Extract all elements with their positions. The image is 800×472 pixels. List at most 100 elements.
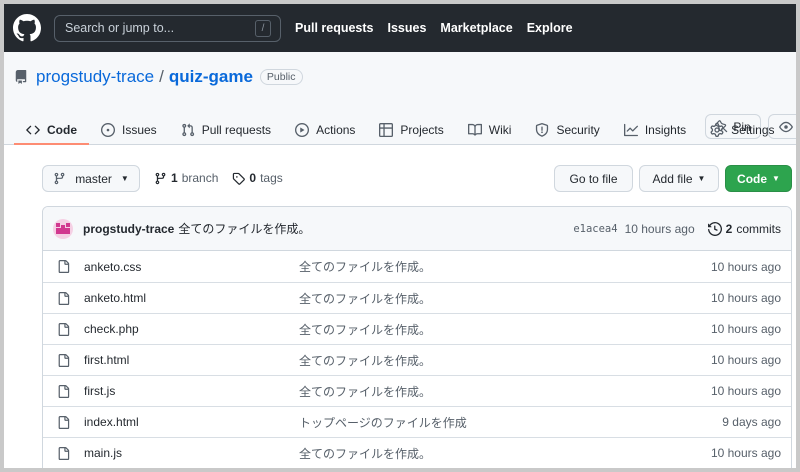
file-name-link[interactable]: index.html [84,415,139,429]
go-to-file-button[interactable]: Go to file [554,165,633,192]
tab-actions[interactable]: Actions [283,115,367,144]
tab-projects-label: Projects [400,122,444,137]
tags-link[interactable]: 0 tags [232,171,283,185]
nav-issues[interactable]: Issues [388,21,427,35]
visibility-badge: Public [259,69,303,85]
tab-issues-label: Issues [122,122,157,137]
file-commit-age: 10 hours ago [710,291,781,305]
shield-icon [535,122,549,137]
repo-path-separator: / [159,67,164,86]
tab-actions-label: Actions [316,122,356,137]
browser-viewport: Search or jump to... / Pull requests Iss… [4,4,796,468]
file-commit-message-link[interactable]: 全てのファイルを作成。 [299,258,431,275]
commit-count: 2 [725,222,733,236]
play-icon [295,122,310,137]
tag-icon [232,172,246,185]
file-name-link[interactable]: anketo.html [84,291,146,305]
file-icon [57,415,70,430]
tag-word: tags [260,171,283,185]
commit-sha-link[interactable]: e1acea4 [573,223,617,235]
tab-code[interactable]: Code [14,115,89,145]
tab-pull-requests-label: Pull requests [201,122,272,137]
repo-tabs: Code Issues Pull requests Actions Projec… [14,115,787,145]
history-icon [707,222,722,236]
table-row[interactable]: check.php 全てのファイルを作成。 10 hours ago [43,313,791,344]
global-header: Search or jump to... / Pull requests Iss… [4,4,796,52]
file-commit-message-link[interactable]: 全てのファイルを作成。 [299,383,431,400]
tab-insights-label: Insights [644,122,687,137]
pull-request-icon [181,123,195,137]
file-commit-message-link[interactable]: 全てのファイルを作成。 [299,445,431,462]
tab-code-label: Code [47,122,77,137]
file-name-link[interactable]: check.php [84,322,139,336]
tab-pull-requests[interactable]: Pull requests [169,115,283,144]
github-logo-icon[interactable] [12,13,42,43]
tab-settings-label: Settings [731,122,775,137]
table-icon [379,122,394,137]
git-branch-icon [154,172,167,185]
table-row[interactable]: main.js 全てのファイルを作成。 10 hours ago [43,437,791,468]
file-name-link[interactable]: first.js [84,384,115,398]
branches-link[interactable]: 1 branch [154,171,218,185]
graph-icon [623,123,638,137]
issue-icon [101,122,115,137]
tab-insights[interactable]: Insights [612,115,698,144]
file-table: progstudy-trace 全てのファイルを作成。 e1acea4 10 h… [42,206,792,468]
chevron-down-icon: ▼ [772,174,780,183]
tab-issues[interactable]: Issues [89,115,169,144]
add-file-label: Add file [652,171,693,186]
commit-meta: e1acea4 10 hours ago 2 commits [573,207,781,251]
tab-security[interactable]: Security [523,115,611,144]
latest-commit-bar: progstudy-trace 全てのファイルを作成。 e1acea4 10 h… [43,207,791,251]
code-button[interactable]: Code ▼ [725,165,792,192]
repo-icon [14,70,28,84]
file-name-link[interactable]: anketo.css [84,260,141,274]
add-file-button[interactable]: Add file ▼ [639,165,719,192]
branch-tag-info: 1 branch 0 tags [154,171,283,185]
global-nav: Pull requests Issues Marketplace Explore [295,21,573,35]
repo-name-link[interactable]: quiz-game [169,67,253,87]
branch-count: 1 [171,171,178,185]
file-icon [57,353,70,368]
repo-owner-link[interactable]: progstudy-trace [36,67,154,87]
search-input[interactable]: Search or jump to... / [54,14,281,42]
file-name-link[interactable]: main.js [84,446,122,460]
tag-count: 0 [249,171,257,185]
commit-message-link[interactable]: 全てのファイルを作成。 [178,220,310,237]
file-commit-age: 10 hours ago [710,446,781,460]
tab-settings[interactable]: Settings [698,115,786,144]
table-row[interactable]: first.js 全てのファイルを作成。 10 hours ago [43,375,791,406]
search-placeholder: Search or jump to... [65,21,175,35]
commit-author-link[interactable]: progstudy-trace [83,222,174,236]
tab-projects[interactable]: Projects [367,115,455,144]
file-commit-message-link[interactable]: 全てのファイルを作成。 [299,290,431,307]
file-commit-message-link[interactable]: 全てのファイルを作成。 [299,321,431,338]
commit-time: 10 hours ago [624,222,695,236]
commits-link[interactable]: 2 commits [707,222,781,236]
table-row[interactable]: anketo.html 全てのファイルを作成。 10 hours ago [43,282,791,313]
file-commit-message-link[interactable]: 全てのファイルを作成。 [299,352,431,369]
file-commit-message-link[interactable]: トップページのファイルを作成 [299,414,467,431]
book-icon [467,123,482,137]
table-row[interactable]: index.html トップページのファイルを作成 9 days ago [43,406,791,437]
nav-pull-requests[interactable]: Pull requests [295,21,374,35]
file-name-link[interactable]: first.html [84,353,129,367]
branch-word: branch [181,171,219,185]
file-commit-age: 10 hours ago [710,322,781,336]
slash-shortcut-hint: / [255,19,271,37]
avatar[interactable] [53,218,73,239]
gear-icon [710,122,724,137]
table-row[interactable]: anketo.css 全てのファイルを作成。 10 hours ago [43,251,791,282]
file-icon [57,259,70,274]
nav-explore[interactable]: Explore [527,21,573,35]
file-commit-age: 10 hours ago [710,384,781,398]
file-icon [57,446,70,461]
git-branch-icon [53,172,66,185]
tab-wiki[interactable]: Wiki [456,115,524,144]
table-row[interactable]: first.html 全てのファイルを作成。 10 hours ago [43,344,791,375]
nav-marketplace[interactable]: Marketplace [440,21,512,35]
branch-select-button[interactable]: master ▼ [42,165,140,192]
tab-wiki-label: Wiki [488,122,512,137]
branch-name: master [75,171,112,186]
file-commit-age: 10 hours ago [710,353,781,367]
